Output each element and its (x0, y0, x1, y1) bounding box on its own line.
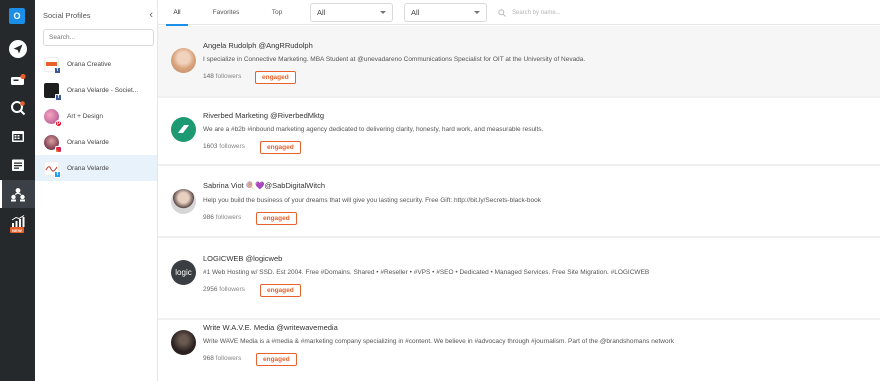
compose-icon (8, 40, 27, 58)
audience-icon (10, 187, 25, 201)
workspace-logo[interactable]: O (9, 8, 25, 24)
inbox-button[interactable] (0, 66, 35, 94)
search-icon (498, 8, 506, 17)
avatar (44, 134, 62, 153)
profile-name: Orana Velarde (67, 164, 109, 172)
profile-item[interactable]: f Orana Creative (35, 51, 157, 77)
followers-count: 986 followers (203, 214, 242, 221)
tab-favorites[interactable]: Favorites (204, 0, 248, 25)
engaged-button[interactable]: engaged (255, 71, 296, 84)
avatar (171, 330, 196, 355)
avatar (171, 48, 196, 73)
card-name: Sabrina Viot 🍭💜@SabDigitalWitch (203, 181, 326, 190)
avatar: f (44, 82, 62, 101)
followers-count: 1603 followers (203, 143, 245, 150)
card-bio: Help you build the business of your drea… (203, 197, 542, 204)
chevron-down-icon (380, 11, 386, 14)
tab-all[interactable]: All (162, 0, 192, 26)
card-name: Angela Rudolph @AngRRudolph (203, 41, 313, 50)
card-bio: I specialize in Connective Marketing. MB… (203, 56, 586, 63)
category-filter-select[interactable]: All (404, 3, 487, 22)
profiles-header: Social Profiles ‹ (43, 8, 153, 22)
list-item[interactable]: Write W.A.V.E. Media @writewavemedia Wri… (158, 320, 880, 381)
planner-button[interactable] (0, 151, 35, 179)
profile-item[interactable]: Orana Velarde (35, 129, 157, 155)
profile-name: Art + Design (67, 112, 103, 120)
profiles-title: Social Profiles (43, 10, 91, 20)
listening-button[interactable] (0, 94, 35, 122)
profile-name: Orana Creative (67, 60, 112, 68)
avatar (171, 189, 196, 214)
list-item[interactable]: Sabrina Viot 🍭💜@SabDigitalWitch Help you… (158, 166, 880, 236)
name-search-input[interactable]: Search by name... (498, 6, 698, 19)
calendar-button[interactable] (0, 122, 35, 150)
profile-name: Orana Velarde - Societ... (67, 86, 139, 94)
category-filter-value: All (411, 8, 420, 17)
profile-item[interactable]: f Orana Velarde - Societ... (35, 77, 157, 103)
avatar (171, 117, 196, 142)
card-name: Write W.A.V.E. Media @writewavemedia (203, 323, 338, 332)
riverbed-logo-icon (178, 125, 189, 133)
card-bio: We are a #b2b #inbound marketing agency … (203, 126, 544, 133)
network-filter-select[interactable]: All (310, 3, 393, 22)
new-badge: NEW (10, 227, 24, 233)
avatar: t (44, 160, 61, 178)
social-profiles-panel: Social Profiles ‹ f Orana Creative f Ora… (35, 0, 158, 381)
list-item[interactable]: Riverbed Marketing @RiverbedMktg We are … (158, 98, 880, 164)
engaged-button[interactable]: engaged (256, 353, 297, 366)
profile-item[interactable]: p Art + Design (35, 103, 157, 129)
avatar: logic (171, 260, 196, 285)
avatar-text: logic (175, 268, 192, 277)
inbox-icon (10, 73, 26, 85)
compose-button[interactable] (0, 35, 35, 63)
profile-item-selected[interactable]: t Orana Velarde (35, 155, 157, 181)
reports-icon (11, 214, 24, 227)
search-placeholder: Search by name... (512, 9, 561, 16)
audience-feed: Angela Rudolph @AngRRudolph I specialize… (158, 26, 880, 381)
card-name: LOGICWEB @logicweb (203, 254, 283, 263)
tab-top[interactable]: Top (262, 0, 292, 25)
card-bio: Write WAVE Media is a #media & #marketin… (203, 338, 674, 345)
followers-count: 148 followers (203, 73, 242, 80)
facebook-icon: f (54, 66, 61, 74)
avatar: f (44, 56, 61, 74)
instagram-icon (55, 145, 62, 153)
network-filter-value: All (317, 8, 326, 17)
search-analytics-icon (10, 101, 25, 116)
followers-count: 968 followers (203, 355, 242, 362)
profile-name: Orana Velarde (67, 138, 109, 146)
audience-button[interactable] (0, 180, 35, 208)
list-item[interactable]: Angela Rudolph @AngRRudolph I specialize… (158, 26, 880, 96)
engaged-button[interactable]: engaged (260, 141, 301, 154)
pinterest-icon: p (55, 119, 62, 127)
facebook-icon: f (55, 93, 62, 101)
card-name: Riverbed Marketing @RiverbedMktg (203, 111, 324, 120)
chevron-down-icon (474, 11, 480, 14)
list-item[interactable]: logic LOGICWEB @logicweb #1 Web Hosting … (158, 238, 880, 318)
profiles-search-input[interactable] (43, 29, 154, 46)
twitter-icon: t (54, 170, 61, 178)
collapse-chevron-icon[interactable]: ‹ (149, 9, 153, 21)
icon-rail: O NEW (0, 0, 35, 381)
engaged-button[interactable]: engaged (260, 284, 301, 297)
filter-bar: All Favorites Top All All Search by name… (158, 0, 880, 26)
engaged-button[interactable]: engaged (256, 212, 297, 225)
avatar: p (44, 108, 62, 127)
followers-count: 2956 followers (203, 286, 245, 293)
card-bio: #1 Web Hosting w/ SSD. Est 2004. Free #D… (203, 269, 650, 276)
calendar-icon (11, 131, 24, 142)
planner-icon (11, 159, 24, 171)
